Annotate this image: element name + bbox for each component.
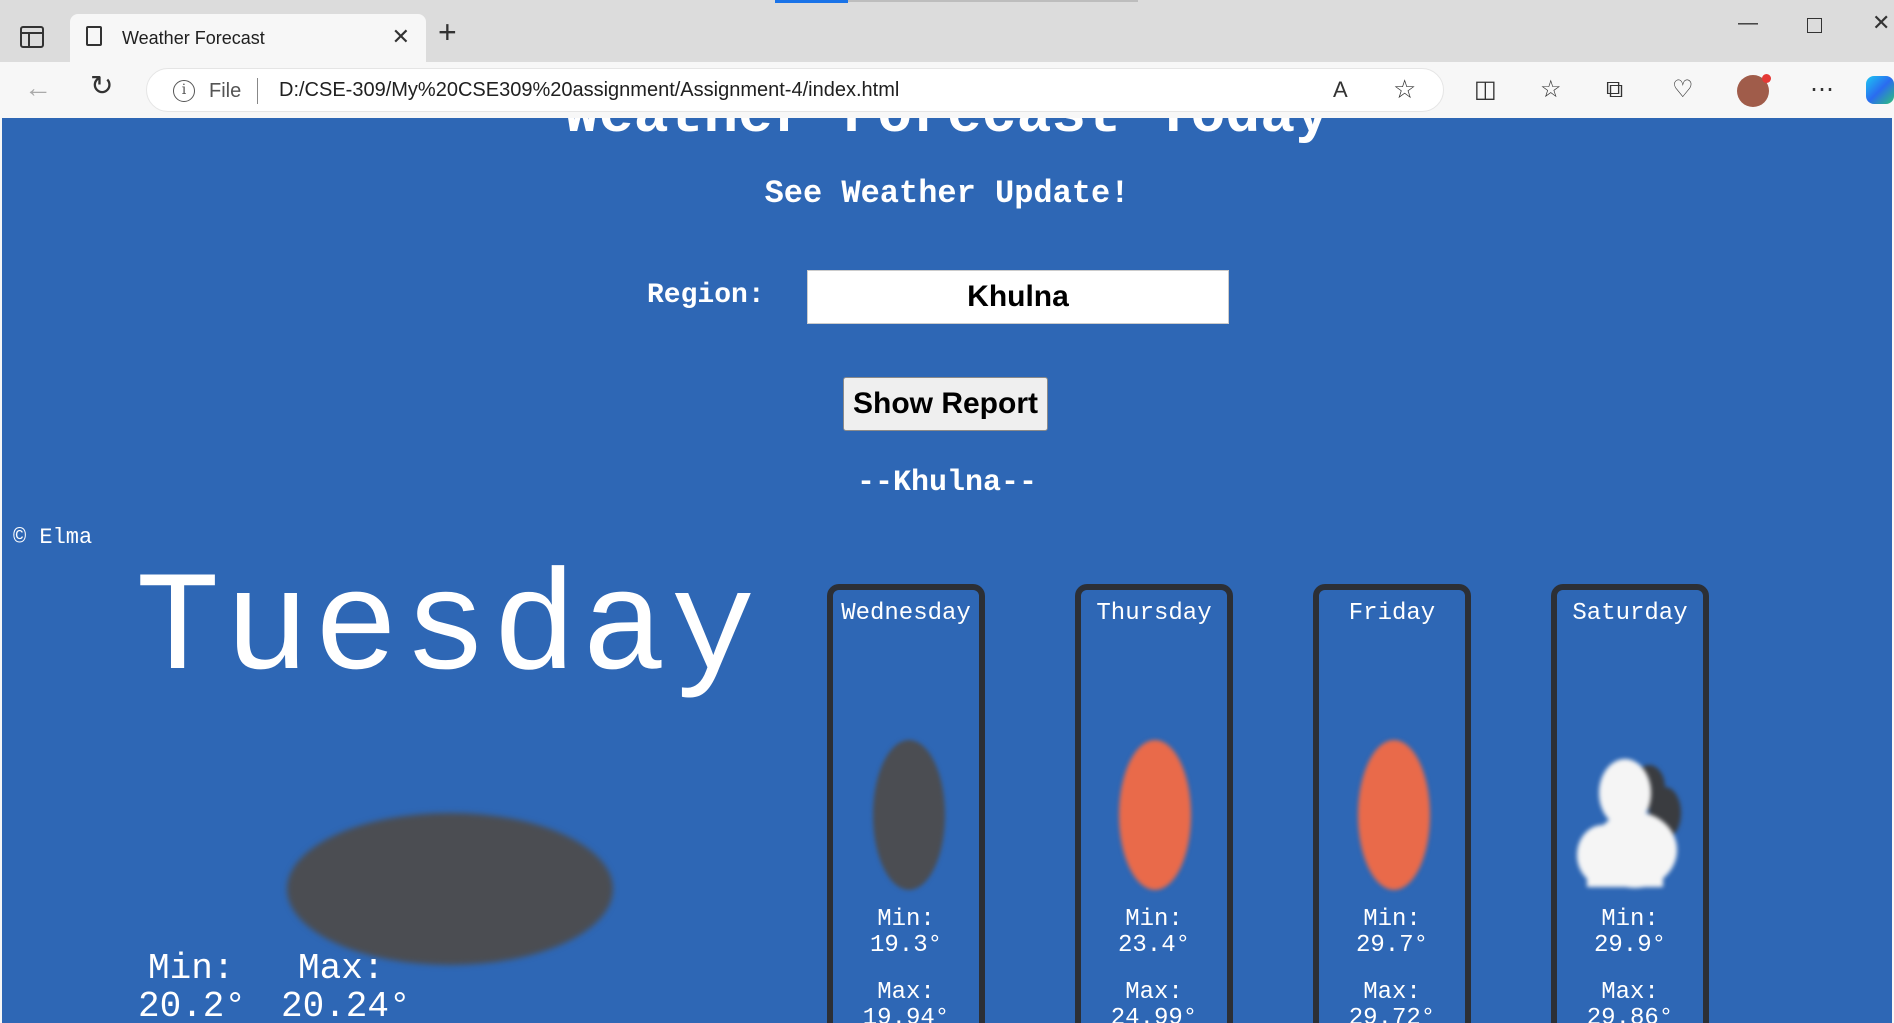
copilot-icon[interactable] <box>1866 76 1894 104</box>
forecast-card-saturday: Saturday Min: 29.9° Max: 29.86° <box>1551 584 1709 1023</box>
minimize-icon[interactable]: — <box>1738 12 1758 35</box>
more-menu-icon[interactable]: ⋯ <box>1810 78 1834 102</box>
card-min-label: Min: <box>1601 906 1659 933</box>
window-close-icon[interactable]: ✕ <box>1872 10 1890 36</box>
browser-essentials-icon[interactable]: ♡ <box>1672 78 1694 102</box>
page-icon <box>86 26 102 46</box>
url-text[interactable]: D:/CSE-309/My%20CSE309%20assignment/Assi… <box>279 79 899 102</box>
tab-title: Weather Forecast <box>122 28 265 48</box>
info-icon[interactable]: i <box>173 80 195 102</box>
region-input[interactable] <box>807 270 1229 324</box>
forecast-card-wednesday: Wednesday Min: 19.3° Max: 19.94° <box>827 584 985 1023</box>
card-min-value: 29.9° <box>1593 932 1666 959</box>
sun-icon <box>1358 740 1430 890</box>
today-max-label: Max: <box>298 948 385 989</box>
loading-indicator <box>775 0 848 3</box>
card-max-label: Max: <box>877 979 935 1006</box>
read-aloud-icon[interactable]: A <box>1333 77 1348 103</box>
cloud-icon <box>1577 759 1681 888</box>
card-day: Thursday <box>1096 600 1212 627</box>
card-max-value: 29.86° <box>1586 1005 1674 1023</box>
close-tab-icon[interactable]: ✕ <box>392 24 410 50</box>
today-min-label: Min: <box>148 948 235 989</box>
loading-track <box>848 0 1138 2</box>
copyright-text: © Elma <box>13 525 93 550</box>
split-screen-icon[interactable]: ◫ <box>1474 78 1497 102</box>
city-heading: --Khulna-- <box>856 466 1038 500</box>
tab-actions-icon[interactable] <box>20 26 44 48</box>
card-min-label: Min: <box>1363 906 1421 933</box>
today-min-value: 20.2° <box>138 986 247 1023</box>
card-max-value: 19.94° <box>862 1005 950 1023</box>
collections-icon[interactable]: ⧉ <box>1606 78 1623 102</box>
card-max-label: Max: <box>1601 979 1659 1006</box>
card-max-label: Max: <box>1125 979 1183 1006</box>
page-subtitle: See Weather Update! <box>764 175 1130 212</box>
favorites-icon[interactable]: ☆ <box>1540 78 1562 102</box>
card-min-label: Min: <box>1125 906 1183 933</box>
sun-icon <box>1119 740 1191 890</box>
today-day: Tuesday <box>135 550 760 711</box>
favorite-star-icon[interactable]: ☆ <box>1393 74 1416 105</box>
back-arrow-icon[interactable]: ← <box>24 74 52 102</box>
region-label: Region: <box>647 280 765 311</box>
card-min-label: Min: <box>877 906 935 933</box>
new-tab-icon[interactable]: + <box>438 16 457 48</box>
card-max-value: 24.99° <box>1110 1005 1198 1023</box>
dark-cloud-icon <box>873 740 945 890</box>
show-report-button[interactable]: Show Report <box>843 377 1048 431</box>
card-min-value: 29.7° <box>1355 932 1428 959</box>
refresh-icon[interactable]: ↻ <box>90 72 113 100</box>
today-max-value: 20.24° <box>281 986 411 1023</box>
card-min-value: 19.3° <box>869 932 942 959</box>
forecast-card-thursday: Thursday Min: 23.4° Max: 24.99° <box>1075 584 1233 1023</box>
browser-toolbar: ← ↻ i File D:/CSE-309/My%20CSE309%20assi… <box>0 62 1894 118</box>
weather-page: Weather Forecast Today See Weather Updat… <box>2 118 1892 1023</box>
dark-cloud-icon <box>287 813 613 965</box>
page-title: Weather Forecast Today <box>2 118 1892 149</box>
file-label: File <box>209 80 242 102</box>
maximize-icon[interactable] <box>1807 18 1822 33</box>
card-day: Saturday <box>1572 600 1688 627</box>
card-min-value: 23.4° <box>1117 932 1190 959</box>
card-day: Wednesday <box>841 600 971 627</box>
browser-tab[interactable]: Weather Forecast ✕ <box>70 14 426 62</box>
tab-strip: Weather Forecast ✕ + — ✕ <box>0 0 1894 62</box>
address-separator <box>257 78 258 104</box>
forecast-card-friday: Friday Min: 29.7° Max: 29.72° <box>1313 584 1471 1023</box>
card-day: Friday <box>1348 600 1436 627</box>
notification-dot-icon <box>1762 74 1771 83</box>
address-bar[interactable]: i File D:/CSE-309/My%20CSE309%20assignme… <box>146 68 1444 112</box>
card-max-label: Max: <box>1363 979 1421 1006</box>
card-max-value: 29.72° <box>1348 1005 1436 1023</box>
